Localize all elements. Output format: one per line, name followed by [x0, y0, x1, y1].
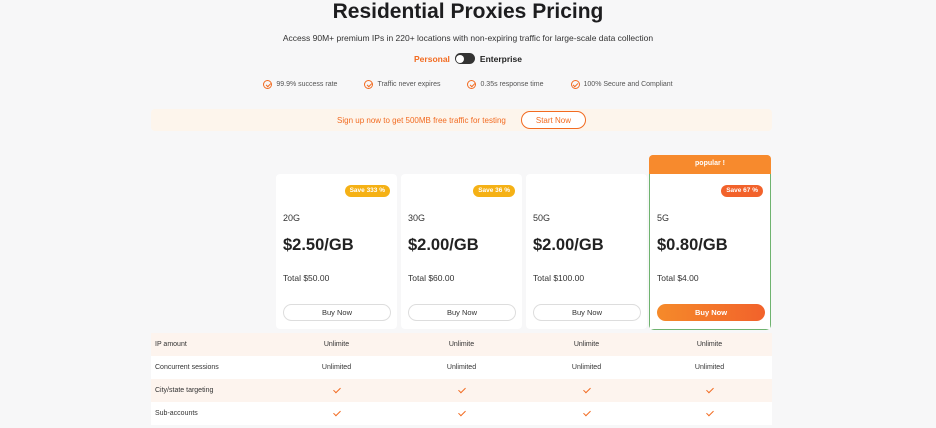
check-circle-icon	[570, 80, 580, 89]
save-badge: Save 36 %	[473, 185, 515, 197]
plan-card-50g: 50G $2.00/GB Total $100.00 Buy Now	[526, 174, 647, 329]
feature-item: 99.9% success rate	[263, 80, 337, 89]
table-cell: Unlimited	[321, 364, 352, 371]
plan-price: $2.00/GB	[408, 236, 479, 254]
buy-now-button[interactable]: Buy Now	[533, 304, 641, 321]
plan-total: Total $60.00	[408, 273, 455, 283]
table-cell: Unlimite	[448, 341, 475, 348]
table-cell	[526, 408, 647, 418]
check-icon	[705, 408, 714, 417]
plan-total: Total $4.00	[657, 273, 699, 283]
plan-size: 50G	[533, 213, 551, 223]
plan-total: Total $50.00	[283, 273, 330, 283]
check-icon	[457, 408, 466, 417]
table-row: City/state targeting	[151, 379, 772, 402]
table-cell: Unlimited	[446, 364, 477, 371]
check-circle-icon	[364, 80, 374, 89]
page-subtitle: Access 90M+ premium IPs in 220+ location…	[282, 33, 654, 43]
row-label: Concurrent sessions	[155, 364, 219, 371]
table-cell	[526, 385, 647, 395]
plan-size: 30G	[408, 213, 426, 223]
check-icon	[332, 408, 341, 417]
plan-type-switch[interactable]	[454, 53, 475, 64]
toggle-enterprise-label[interactable]: Enterprise	[480, 54, 522, 64]
table-row: Concurrent sessions Unlimited Unlimited …	[151, 356, 772, 379]
row-label: IP amount	[155, 341, 187, 348]
check-icon	[332, 385, 341, 394]
plan-size: 20G	[283, 213, 301, 223]
plan-type-toggle: Personal Enterprise	[0, 53, 936, 64]
row-label: Sub-accounts	[155, 410, 198, 417]
start-now-button[interactable]: Start Now	[520, 111, 586, 129]
popular-card-body: Save 67 % 5G $0.80/GB Total $4.00 Buy No…	[650, 174, 770, 329]
feature-list: 99.9% success rate Traffic never expires…	[0, 80, 936, 89]
check-circle-icon	[263, 80, 273, 89]
table-row: Sub-accounts	[151, 402, 772, 425]
table-cell: Unlimite	[696, 341, 723, 348]
feature-item: Traffic never expires	[364, 80, 440, 89]
table-cell	[649, 385, 770, 395]
promo-text: Sign up now to get 500MB free traffic fo…	[337, 115, 506, 125]
feature-label: 0.35s response time	[480, 81, 544, 88]
buy-now-button[interactable]: Buy Now	[408, 304, 516, 321]
switch-knob	[456, 54, 465, 63]
buy-now-button[interactable]: Buy Now	[283, 304, 391, 321]
check-icon	[582, 385, 591, 394]
check-icon	[457, 385, 466, 394]
check-circle-icon	[467, 80, 477, 89]
feature-label: 100% Secure and Compliant	[583, 81, 673, 88]
feature-item: 0.35s response time	[467, 80, 544, 89]
plan-card-20g: Save 333 % 20G $2.50/GB Total $50.00 Buy…	[276, 174, 397, 329]
table-cell	[401, 385, 522, 395]
plan-card-5g-popular: popular ! Save 67 % 5G $0.80/GB Total $4…	[649, 155, 771, 330]
feature-label: Traffic never expires	[377, 81, 441, 88]
table-cell: Unlimite	[573, 341, 600, 348]
plan-size: 5G	[657, 213, 670, 223]
save-badge: Save 333 %	[344, 185, 390, 197]
page-title: Residential Proxies Pricing	[332, 0, 604, 23]
plan-price: $2.50/GB	[283, 236, 354, 254]
save-badge: Save 67 %	[721, 185, 763, 197]
plan-price: $2.00/GB	[533, 236, 604, 254]
plan-total: Total $100.00	[533, 273, 585, 283]
check-icon	[582, 408, 591, 417]
plan-price: $0.80/GB	[657, 236, 728, 254]
check-icon	[705, 385, 714, 394]
table-cell	[649, 408, 770, 418]
table-row: IP amount Unlimite Unlimite Unlimite Unl…	[151, 333, 772, 356]
feature-item: 100% Secure and Compliant	[570, 80, 673, 89]
table-cell: Unlimited	[571, 364, 602, 371]
buy-now-button[interactable]: Buy Now	[657, 304, 765, 321]
table-cell: Unlimited	[694, 364, 725, 371]
feature-label: 99.9% success rate	[276, 81, 338, 88]
plan-card-30g: Save 36 % 30G $2.00/GB Total $60.00 Buy …	[401, 174, 522, 329]
toggle-personal-label[interactable]: Personal	[414, 54, 450, 64]
features-table: IP amount Unlimite Unlimite Unlimite Unl…	[151, 333, 772, 425]
row-label: City/state targeting	[155, 387, 214, 394]
table-cell	[276, 385, 397, 395]
table-cell	[276, 408, 397, 418]
popular-label: popular !	[649, 155, 771, 174]
table-cell: Unlimite	[323, 341, 350, 348]
table-cell	[401, 408, 522, 418]
promo-banner: Sign up now to get 500MB free traffic fo…	[151, 109, 772, 131]
